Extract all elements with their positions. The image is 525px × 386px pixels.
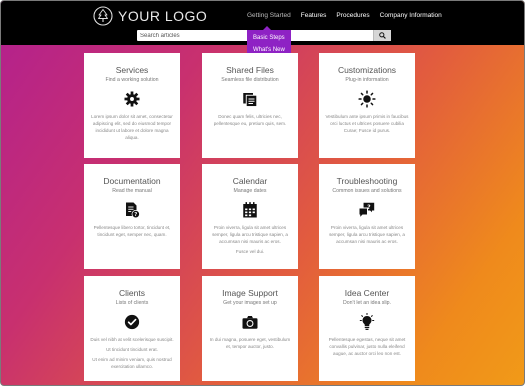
logo-text: YOUR LOGO	[118, 8, 208, 24]
card-subtitle: Get your images set up	[223, 300, 277, 306]
card-title: Calendar	[232, 176, 268, 186]
card-description: In dui magna, posuere eget, vestibulum e…	[209, 337, 291, 349]
card-idea-center[interactable]: Idea Center Don't let an idea slip. Pell…	[319, 276, 415, 381]
lightbulb-icon	[359, 313, 375, 330]
card-subtitle: Plug-in information	[345, 77, 389, 83]
document-question-icon: ?	[126, 202, 140, 219]
card-title: Clients	[119, 288, 145, 298]
card-title: Shared Files	[226, 65, 274, 75]
card-description: Proin viverra, ligula sit amet ultrices …	[329, 225, 405, 244]
card-title: Services	[115, 65, 149, 75]
card-subtitle: Read the manual	[112, 188, 152, 194]
menu-item-basic-steps[interactable]: Basic Steps	[247, 32, 291, 44]
nav-features[interactable]: Features	[301, 12, 327, 22]
card-subtitle: Seamless file distribution	[221, 77, 279, 83]
card-clients[interactable]: Clients Lists of clients Duis vel nibh a…	[84, 276, 180, 381]
top-navigation-bar: YOUR LOGO Getting Started Features Proce…	[1, 1, 524, 58]
sun-icon	[358, 90, 376, 108]
nav-company-information[interactable]: Company Information	[380, 12, 442, 22]
calendar-icon	[243, 202, 257, 218]
card-description: Pellentesque libero tortor, tincidunt et…	[93, 225, 171, 237]
card-description: Lorem ipsum dolor sit amet, consectetur …	[91, 114, 173, 140]
search-icon	[379, 32, 386, 39]
card-subtitle: Don't let an idea slip.	[343, 300, 391, 306]
card-troubleshooting[interactable]: Troubleshooting Common issues and soluti…	[319, 164, 415, 269]
chat-question-icon: ?	[359, 202, 375, 217]
nav-procedures[interactable]: Procedures	[336, 12, 369, 22]
card-description: Vestibulum ante ipsum primis in faucibus…	[325, 114, 409, 133]
card-subtitle: Common issues and solutions	[332, 188, 402, 194]
svg-text:?: ?	[367, 204, 371, 211]
card-services[interactable]: Services Find a working solution Lorem i…	[84, 53, 180, 158]
page-background: YOUR LOGO Getting Started Features Proce…	[0, 0, 525, 386]
card-image-support[interactable]: Image Support Get your images set up In …	[202, 276, 298, 381]
card-calendar[interactable]: Calendar Manage dates Proin viverra, lig…	[202, 164, 298, 269]
site-logo[interactable]: YOUR LOGO	[93, 6, 207, 26]
card-subtitle: Find a working solution	[105, 77, 159, 83]
card-description: Pellentesque egestas, neque sit amet con…	[328, 337, 406, 356]
gear-icon	[124, 91, 140, 107]
check-circle-icon	[124, 314, 140, 330]
nav-getting-started[interactable]: Getting Started	[247, 12, 291, 22]
search-button[interactable]	[373, 30, 391, 41]
card-title: Image Support	[222, 288, 278, 298]
card-title: Troubleshooting	[336, 176, 398, 186]
card-shared-files[interactable]: Shared Files Seamless file distribution …	[202, 53, 298, 158]
card-title: Customizations	[337, 65, 397, 75]
svg-text:?: ?	[134, 212, 137, 218]
card-subtitle: Lists of clients	[115, 300, 149, 306]
card-documentation[interactable]: Documentation Read the manual ? Pellente…	[84, 164, 180, 269]
card-customizations[interactable]: Customizations Plug-in information Vesti…	[319, 53, 415, 158]
card-description: Donec quam felis, ultricies nec, pellent…	[213, 114, 287, 126]
camera-icon	[242, 316, 258, 329]
main-nav: Getting Started Features Procedures Comp…	[247, 12, 442, 22]
card-title: Idea Center	[344, 288, 390, 298]
card-subtitle: Manage dates	[233, 188, 267, 194]
card-description: Proin viverra, ligula sit amet ultrices …	[212, 225, 288, 254]
files-icon	[243, 93, 258, 107]
card-description: Duis vel nibh at velit scelerisque susci…	[90, 337, 174, 369]
tree-logo-icon	[93, 6, 113, 26]
card-title: Documentation	[103, 176, 161, 186]
